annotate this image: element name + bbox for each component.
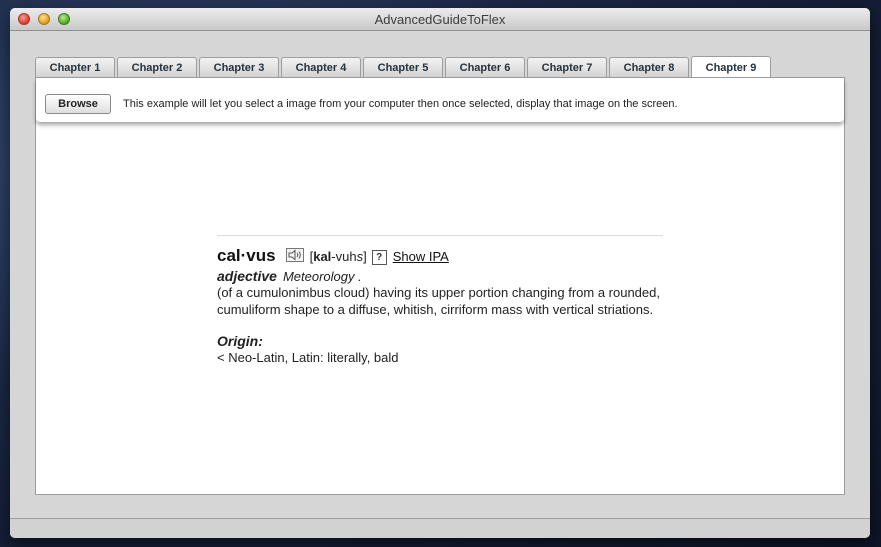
- headword: cal·vus: [217, 246, 276, 265]
- chapter-tab-bar: Chapter 1 Chapter 2 Chapter 3 Chapter 4 …: [35, 56, 773, 78]
- tab-chapter-2[interactable]: Chapter 2: [117, 57, 197, 77]
- part-of-speech-line: adjective Meteorology .: [217, 268, 663, 284]
- definition-text: (of a cumulonimbus cloud) having its upp…: [217, 285, 660, 317]
- tab-content-panel: Browse This example will let you select …: [35, 77, 845, 495]
- origin-text: < Neo-Latin, Latin: literally, bald: [217, 350, 399, 365]
- tab-chapter-3[interactable]: Chapter 3: [199, 57, 279, 77]
- browse-button[interactable]: Browse: [45, 94, 111, 114]
- control-bar: Browse This example will let you select …: [36, 78, 844, 122]
- show-ipa-link[interactable]: Show IPA: [393, 249, 449, 264]
- tab-chapter-1[interactable]: Chapter 1: [35, 57, 115, 77]
- divider: [217, 235, 663, 236]
- tab-chapter-8[interactable]: Chapter 8: [609, 57, 689, 77]
- tab-chapter-7[interactable]: Chapter 7: [527, 57, 607, 77]
- app-window: AdvancedGuideToFlex Chapter 1 Chapter 2 …: [10, 8, 870, 538]
- origin-label: Origin:: [217, 333, 263, 349]
- subject-field: Meteorology .: [282, 269, 362, 284]
- help-icon[interactable]: ?: [371, 250, 387, 265]
- tab-chapter-9[interactable]: Chapter 9: [691, 56, 771, 78]
- window-title: AdvancedGuideToFlex: [374, 12, 506, 27]
- pronunciation: [kal-vuhs]: [309, 249, 367, 264]
- dictionary-entry: cal·vus [kal-vuhs] ? Show IPA adjective M…: [217, 235, 663, 365]
- tab-chapter-4[interactable]: Chapter 4: [281, 57, 361, 77]
- entry-headline: cal·vus [kal-vuhs] ? Show IPA: [217, 246, 663, 266]
- status-bar: [10, 518, 870, 538]
- speaker-icon[interactable]: [285, 248, 304, 262]
- tab-chapter-5[interactable]: Chapter 5: [363, 57, 443, 77]
- example-description: This example will let you select a image…: [123, 98, 678, 110]
- part-of-speech: adjective: [217, 268, 277, 284]
- title-bar: AdvancedGuideToFlex: [10, 8, 870, 31]
- tab-chapter-6[interactable]: Chapter 6: [445, 57, 525, 77]
